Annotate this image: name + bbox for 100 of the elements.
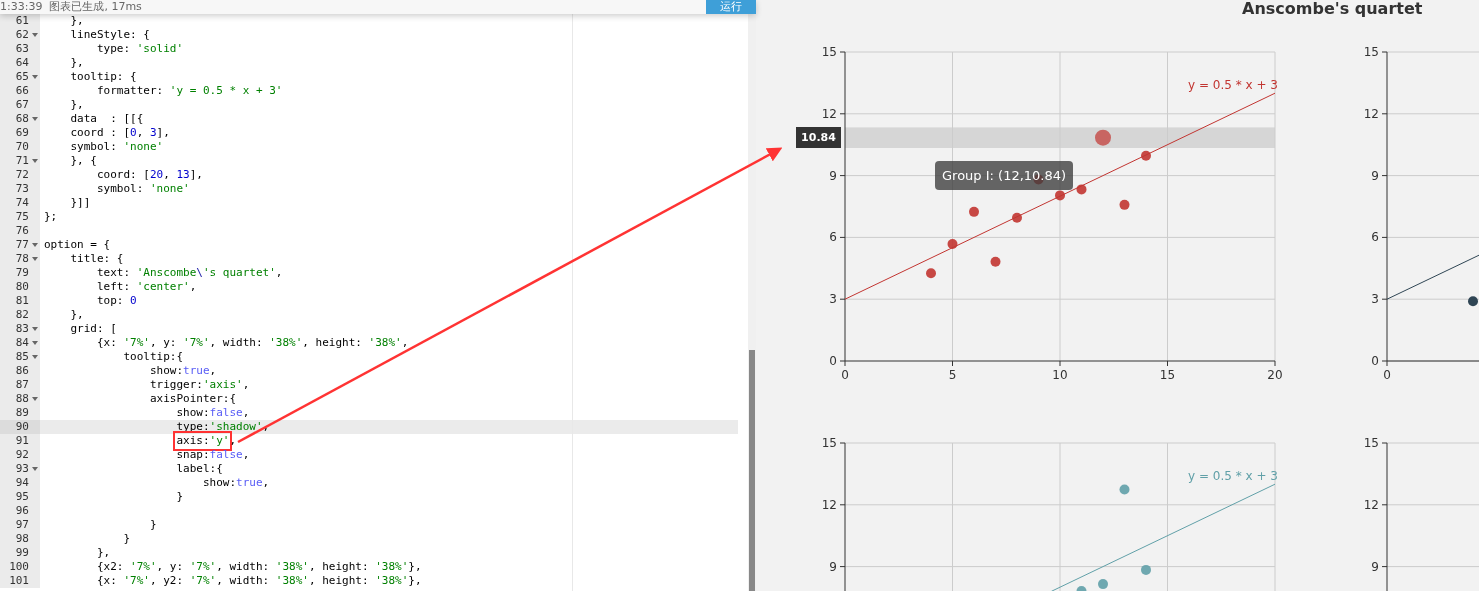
- line-number: 70: [15, 140, 29, 154]
- tick-label: 9: [829, 559, 837, 574]
- tick-label: 6: [829, 230, 837, 245]
- line-number: 99: [15, 546, 29, 560]
- code-line: type:'shadow',: [175, 420, 270, 434]
- code-line: },: [95, 546, 111, 560]
- line-number: 98: [15, 532, 29, 546]
- line-number: 68: [15, 112, 29, 126]
- tick-label: 15: [821, 45, 837, 59]
- line-number: 66: [15, 84, 29, 98]
- code-line: },: [69, 56, 84, 70]
- line-number: 87: [15, 378, 29, 392]
- tick-label: 0: [829, 354, 837, 368]
- code-line: coord : [0, 3],: [69, 126, 170, 140]
- line-number: 78: [15, 252, 29, 266]
- line-number: 101: [9, 574, 29, 588]
- code-line: symbol: 'none': [95, 182, 190, 196]
- code-line: title: {: [69, 252, 124, 266]
- tick-label: 15: [1363, 45, 1379, 59]
- code-line: }: [175, 490, 184, 504]
- tick-label: 10: [1052, 368, 1068, 382]
- line-number: 95: [15, 490, 29, 504]
- code-line: trigger:'axis',: [148, 378, 250, 392]
- tick-label: 0: [841, 368, 849, 382]
- line-number: 85: [15, 350, 29, 364]
- code-line: symbol: 'none': [69, 140, 164, 154]
- line-number: 63: [15, 42, 29, 56]
- code-line: show:true,: [148, 364, 217, 378]
- tick-label: 0: [1383, 368, 1391, 382]
- code-line: {x: '7%', y2: '7%', width: '38%', height: '38%'},: [95, 574, 422, 588]
- tooltip: Group I: (12,10.84): [935, 161, 1074, 190]
- code-line: coord: [20, 13],: [95, 168, 203, 182]
- line-number: 92: [15, 448, 29, 462]
- line-number: 80: [15, 280, 29, 294]
- line-number: 86: [15, 364, 29, 378]
- line-number: 74: [15, 196, 29, 210]
- code-line: {x2: '7%', y: '7%', width: '38%', height: '38%'},: [95, 560, 422, 574]
- line-number: 79: [15, 266, 29, 280]
- code-line: lineStyle: {: [69, 28, 150, 42]
- tick-label: 3: [1371, 292, 1379, 307]
- code-line: data : [[{: [69, 112, 144, 126]
- tick-label: 9: [829, 168, 837, 183]
- code-line: }, {: [69, 154, 97, 168]
- line-number: 75: [15, 210, 29, 224]
- code-line: },: [69, 98, 84, 112]
- line-number: 65: [15, 70, 29, 84]
- line-number: 91: [15, 434, 29, 448]
- status-text: 1:33:39 图表已生成, 17ms: [0, 0, 142, 14]
- tick-label: 9: [1371, 168, 1379, 183]
- line-number: 62: [15, 28, 29, 42]
- code-line: tooltip:{: [122, 350, 184, 364]
- code-line: };: [44, 210, 58, 224]
- code-line: show:false,: [175, 406, 250, 420]
- code-line: axisPointer:{: [148, 392, 237, 406]
- tick-label: 15: [1159, 368, 1176, 382]
- line-number: 69: [15, 126, 29, 140]
- line-label: y = 0.5 * x + 3: [1188, 469, 1278, 484]
- line-number: 82: [15, 308, 29, 322]
- code-text: ,: [229, 434, 237, 448]
- line-number: 73: [15, 182, 29, 196]
- tick-label: 12: [821, 497, 837, 512]
- code-line: }: [148, 518, 157, 532]
- tick-label: 12: [821, 106, 837, 121]
- code-line: },: [69, 14, 84, 28]
- tick-label: 3: [829, 292, 837, 307]
- line-number: 88: [15, 392, 29, 406]
- line-number: 61: [15, 14, 29, 28]
- tick-label: 0: [1371, 354, 1379, 368]
- highlighted-code: axis:'y': [176, 434, 230, 448]
- line-number: 71: [15, 154, 29, 168]
- chart-title: Anscombe's quartet: [1242, 0, 1423, 16]
- code-line: left: 'center',: [95, 280, 197, 294]
- line-number: 64: [15, 56, 29, 70]
- tick-label: 15: [1363, 436, 1379, 450]
- code-line: }]]: [69, 196, 91, 210]
- code-line: }: [122, 532, 131, 546]
- code-line: top: 0: [95, 294, 137, 308]
- code-line: show:true,: [201, 476, 270, 490]
- line-number: 77: [15, 238, 29, 252]
- code-line: grid: [: [69, 322, 117, 336]
- tick-label: 5: [948, 368, 957, 382]
- code-line: tooltip: {: [69, 70, 137, 84]
- line-number: 76: [15, 224, 29, 238]
- line-number: 97: [15, 518, 29, 532]
- line-number: 94: [15, 476, 29, 490]
- line-number: 83: [15, 322, 29, 336]
- line-number: 93: [15, 462, 29, 476]
- code-line: snap:false,: [175, 448, 250, 462]
- line-number: 81: [15, 294, 29, 308]
- code-line: type: 'solid': [95, 42, 184, 56]
- tick-label: 12: [1363, 497, 1379, 512]
- axis-pointer-label: 10.84: [796, 127, 841, 148]
- line-number: 90: [15, 420, 29, 434]
- tick-label: 15: [821, 436, 837, 450]
- code-line: text: 'Anscombe\'s quartet',: [95, 266, 283, 280]
- line-number: 89: [15, 406, 29, 420]
- tick-label: 12: [1363, 106, 1379, 121]
- tick-label: 9: [1371, 559, 1379, 574]
- code-line: formatter: 'y = 0.5 * x + 3': [95, 84, 283, 98]
- code-line: label:{: [175, 462, 223, 476]
